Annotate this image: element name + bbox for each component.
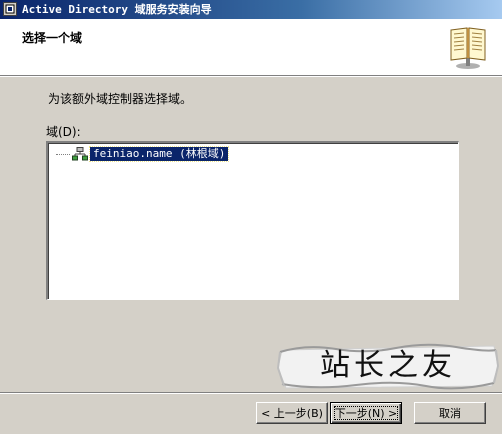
tree-item-domain[interactable]: feiniao.name (林根域) xyxy=(56,146,230,162)
watermark-text: 站长之友 xyxy=(320,348,456,383)
next-button[interactable]: 下一步(N) > xyxy=(330,402,402,424)
wizard-header: 选择一个域 xyxy=(0,19,502,76)
domain-label: 域(D): xyxy=(46,125,81,139)
page-title: 选择一个域 xyxy=(22,31,83,45)
instruction-text: 为该额外域控制器选择域。 xyxy=(48,92,193,106)
domain-tree-icon xyxy=(72,147,88,161)
cancel-button[interactable]: 取消 xyxy=(414,402,486,424)
watermark-logo: 站长之友 xyxy=(276,342,500,390)
tree-item-label: feiniao.name (林根域) xyxy=(88,146,230,162)
back-button[interactable]: < 上一步(B) xyxy=(256,402,328,424)
next-button-label: 下一步(N) > xyxy=(334,407,398,420)
window-app-icon[interactable] xyxy=(3,2,17,16)
window-title: Active Directory 域服务安装向导 xyxy=(22,3,212,16)
wizard-window: Active Directory 域服务安装向导 选择一个域 为该额外域控制器选… xyxy=(0,0,502,434)
domain-tree[interactable]: feiniao.name (林根域) xyxy=(46,141,459,300)
title-bar[interactable]: Active Directory 域服务安装向导 xyxy=(0,0,502,19)
tree-connector xyxy=(56,153,70,155)
book-icon xyxy=(450,27,486,69)
button-separator xyxy=(0,392,502,394)
